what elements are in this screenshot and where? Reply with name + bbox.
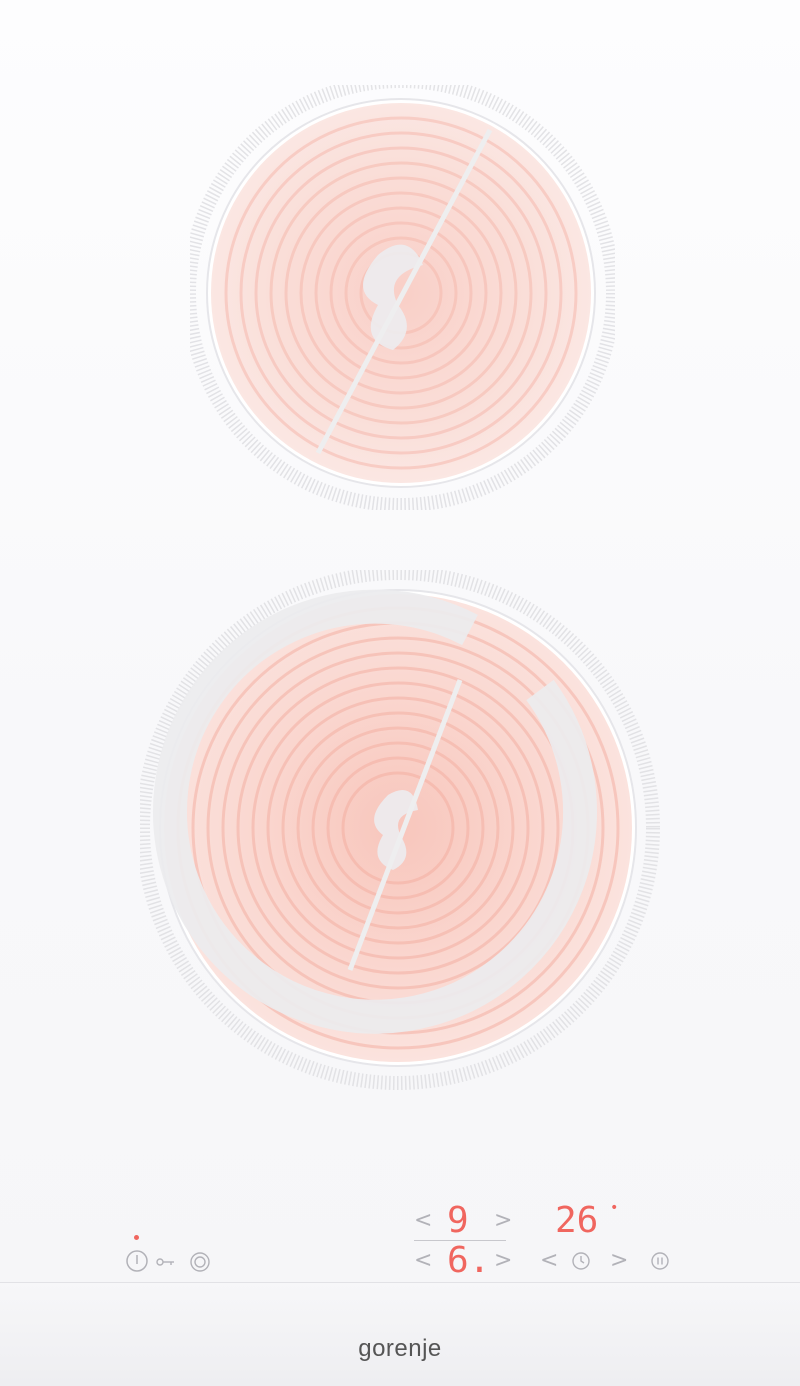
lock-icon[interactable] [155,1255,177,1269]
pause-icon[interactable] [649,1250,671,1272]
brand-logo: gorenje [358,1335,442,1362]
bottom-level-increase-button[interactable]: > [494,1250,512,1272]
timer-icon[interactable] [570,1250,592,1272]
timer-increase-button[interactable]: > [610,1250,628,1272]
power-icon[interactable] [124,1248,150,1274]
bottom-level-decrease-button[interactable]: < [414,1250,432,1272]
dual-zone-icon[interactable] [188,1250,212,1274]
top-level-increase-button[interactable]: > [494,1210,512,1232]
bottom-zone-level-display: 6. [447,1240,491,1281]
cooktop-glass: < 9 > < 6. > 26 • < > gorenje [0,0,800,1386]
rear-zone-graphic [190,85,615,510]
top-zone-level-display: 9 [447,1200,469,1241]
timer-display: 26 [555,1200,599,1241]
rear-cooking-zone[interactable] [190,85,615,510]
top-level-decrease-button[interactable]: < [414,1210,432,1232]
power-indicator-led [134,1235,139,1240]
timer-decrease-button[interactable]: < [540,1250,558,1272]
front-cooking-zone[interactable] [140,570,660,1090]
front-zone-graphic [140,570,660,1090]
timer-indicator-dot: • [610,1200,619,1216]
